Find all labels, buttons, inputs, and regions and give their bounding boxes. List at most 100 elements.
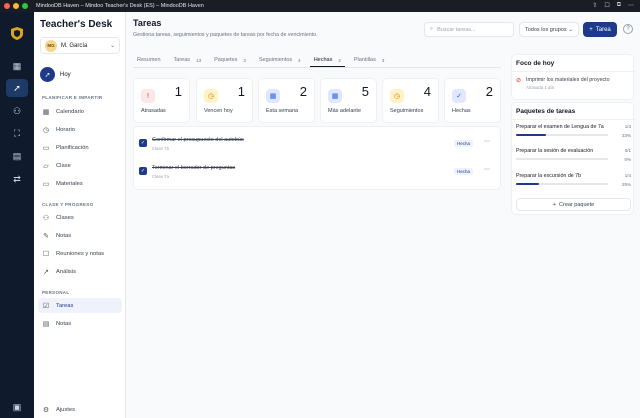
- minimize-window-button[interactable]: [13, 3, 19, 9]
- sidebar-item-calendar[interactable]: ▦ Calendario: [38, 104, 122, 119]
- folder-icon: ▭: [42, 180, 50, 188]
- checkbox-checked-icon[interactable]: ✓: [139, 167, 147, 175]
- chevron-down-icon: ⌄: [109, 43, 115, 49]
- page-subtitle: Gestiona tareas, seguimientos y paquetes…: [133, 32, 318, 38]
- sidebar-item-label: Hoy: [60, 71, 71, 78]
- tab-divider: [133, 67, 501, 68]
- task-title: Confirmar el presupuesto del autobús: [152, 137, 244, 143]
- sidebar-item-home[interactable]: ➚ Hoy: [40, 67, 71, 82]
- rocket-icon[interactable]: ➚: [6, 79, 28, 97]
- tab-count: 13: [196, 57, 202, 63]
- more-icon[interactable]: ⋯: [628, 2, 634, 9]
- tasks-icon: ☑: [42, 302, 50, 310]
- tab-packages[interactable]: Paquetes 3: [210, 54, 250, 67]
- stat-card-followups[interactable]: ◷ 4 Seguimientos: [382, 78, 439, 123]
- window-title: MindooDB Haven – Mindoo Teacher's Desk (…: [36, 3, 204, 9]
- alert-icon: !: [141, 89, 155, 103]
- checkbox-checked-icon[interactable]: ✓: [139, 139, 147, 147]
- sidebar-item-class[interactable]: ▱ Clase: [38, 158, 122, 173]
- stat-label: Hechas: [452, 108, 471, 114]
- stat-card-this-week[interactable]: ▦ 2 Esta semana: [258, 78, 315, 123]
- package-item[interactable]: Preparar el examen de Lengua de 7a 1/3 3…: [516, 124, 631, 146]
- maximize-window-button[interactable]: [22, 3, 28, 9]
- more-icon[interactable]: ⋯: [484, 138, 490, 145]
- tab-label: Paquetes: [214, 57, 238, 63]
- sidebar-item-grades[interactable]: ✎ Notas: [38, 228, 122, 243]
- stat-card-due-today[interactable]: ◷ 1 Vencen hoy: [196, 78, 253, 123]
- progress-bar: [516, 134, 608, 136]
- sidebar-item-classes[interactable]: ⚇ Clases: [38, 210, 122, 225]
- create-package-label: Crear paquete: [559, 201, 595, 208]
- add-task-button[interactable]: + Tarea: [583, 22, 617, 37]
- user-switcher[interactable]: MG M. García ⌄: [40, 37, 120, 54]
- sidebar-item-schedule[interactable]: ◷ Horario: [38, 122, 122, 137]
- bookmark-icon[interactable]: ☐: [604, 2, 609, 9]
- package-name: Preparar la excursión de 7b: [516, 173, 582, 179]
- sidebar-item-analysis[interactable]: ↗ Análisis: [38, 264, 122, 279]
- sidebar-item-label: Ajustes: [56, 406, 76, 413]
- sidebar-item-label: Análisis: [56, 268, 76, 275]
- panel-title: Foco de hoy: [516, 60, 555, 67]
- sidebar-item-planning[interactable]: ▭ Planificación: [38, 140, 122, 155]
- layout-icon[interactable]: ▣: [6, 398, 28, 416]
- status-badge: Hecha: [454, 168, 474, 175]
- stat-card-overdue[interactable]: ! 1 Atrasadas: [133, 78, 190, 123]
- sidebar-item-label: Planificación: [56, 144, 89, 151]
- chart-icon: ↗: [43, 268, 49, 276]
- tab-done[interactable]: Hechas 2: [309, 54, 345, 67]
- list-item[interactable]: ✓ Confirmar el presupuesto del autobús C…: [139, 137, 497, 157]
- create-package-button[interactable]: + Crear paquete: [516, 198, 631, 211]
- copy-icon[interactable]: ⧉: [617, 2, 621, 9]
- sidebar-item-notes[interactable]: ▤ Notas: [38, 316, 122, 331]
- sidebar-item-label: Notas: [56, 320, 72, 327]
- package-item[interactable]: Preparar la sesión de evaluación 0/1 0%: [516, 148, 631, 170]
- sidebar-item-materials[interactable]: ▭ Materiales: [38, 176, 122, 191]
- edit-icon: ✎: [43, 232, 49, 240]
- sidebar-item-tasks[interactable]: ☑ Tareas: [38, 298, 122, 313]
- sidebar-item-meetings[interactable]: ☐ Reuniones y notas: [38, 246, 122, 261]
- tab-templates[interactable]: Plantillas 3: [350, 54, 389, 67]
- stat-value: 2: [299, 84, 307, 99]
- package-name: Preparar la sesión de evaluación: [516, 148, 594, 154]
- share-icon[interactable]: ⇧: [592, 2, 597, 9]
- sidebar-item-label: Calendario: [56, 108, 85, 115]
- group-select-value: Todos los grupos: [525, 26, 567, 33]
- sidebar-item-settings[interactable]: ⚙ Ajustes: [38, 402, 122, 417]
- presentation-icon: ▱: [43, 162, 49, 170]
- transfer-icon[interactable]: ⇄: [6, 170, 28, 188]
- help-icon[interactable]: ?: [623, 24, 633, 34]
- stat-card-later[interactable]: ▦ 5 Más adelante: [320, 78, 377, 123]
- close-window-button[interactable]: [4, 3, 10, 9]
- grid-icon[interactable]: ▦: [6, 57, 28, 75]
- group-select[interactable]: Todos los grupos ⌄: [519, 22, 579, 37]
- package-item[interactable]: Preparar la excursión de 7b 1/4 25%: [516, 173, 631, 195]
- calendar-icon: ▦: [328, 89, 342, 103]
- search-box[interactable]: ⌕: [424, 22, 514, 37]
- more-icon[interactable]: ⋯: [484, 166, 490, 173]
- search-input[interactable]: [437, 26, 508, 33]
- stat-card-done[interactable]: ✓ 2 Hechas: [444, 78, 501, 123]
- sidebar-item-label: Materiales: [56, 180, 83, 187]
- tab-tasks[interactable]: Tareas 13: [170, 54, 206, 67]
- section-header: CLASE Y PROGRESO: [42, 202, 94, 207]
- check-circle-icon: ✓: [452, 89, 466, 103]
- app-rail: ▦ ➚ ⚇ ⛶ ▤ ⇄ ▣: [0, 12, 34, 418]
- main-content: Tareas Gestiona tareas, seguimientos y p…: [126, 12, 640, 418]
- tab-label: Hechas: [313, 57, 333, 63]
- package-name: Preparar el examen de Lengua de 7a: [516, 124, 604, 130]
- rocket-icon: ➚: [40, 67, 55, 82]
- tab-followups[interactable]: Seguimientos 4: [255, 54, 305, 67]
- sidebar-item-label: Horario: [56, 126, 76, 133]
- progress-fill: [516, 134, 547, 136]
- package-percent: 0%: [624, 157, 631, 162]
- notes-icon[interactable]: ▤: [6, 147, 28, 165]
- tab-count: 2: [338, 57, 341, 63]
- calendar-icon: ▦: [42, 108, 50, 116]
- scan-icon[interactable]: ⛶: [6, 124, 28, 142]
- tab-summary[interactable]: Resumen: [133, 54, 165, 67]
- list-item[interactable]: ✓ Terminar el borrador de preguntas Clas…: [139, 165, 497, 185]
- section-header: PERSONAL: [42, 290, 70, 295]
- people-icon[interactable]: ⚇: [6, 102, 28, 120]
- divider: [512, 71, 635, 72]
- tab-count: 3: [243, 57, 246, 63]
